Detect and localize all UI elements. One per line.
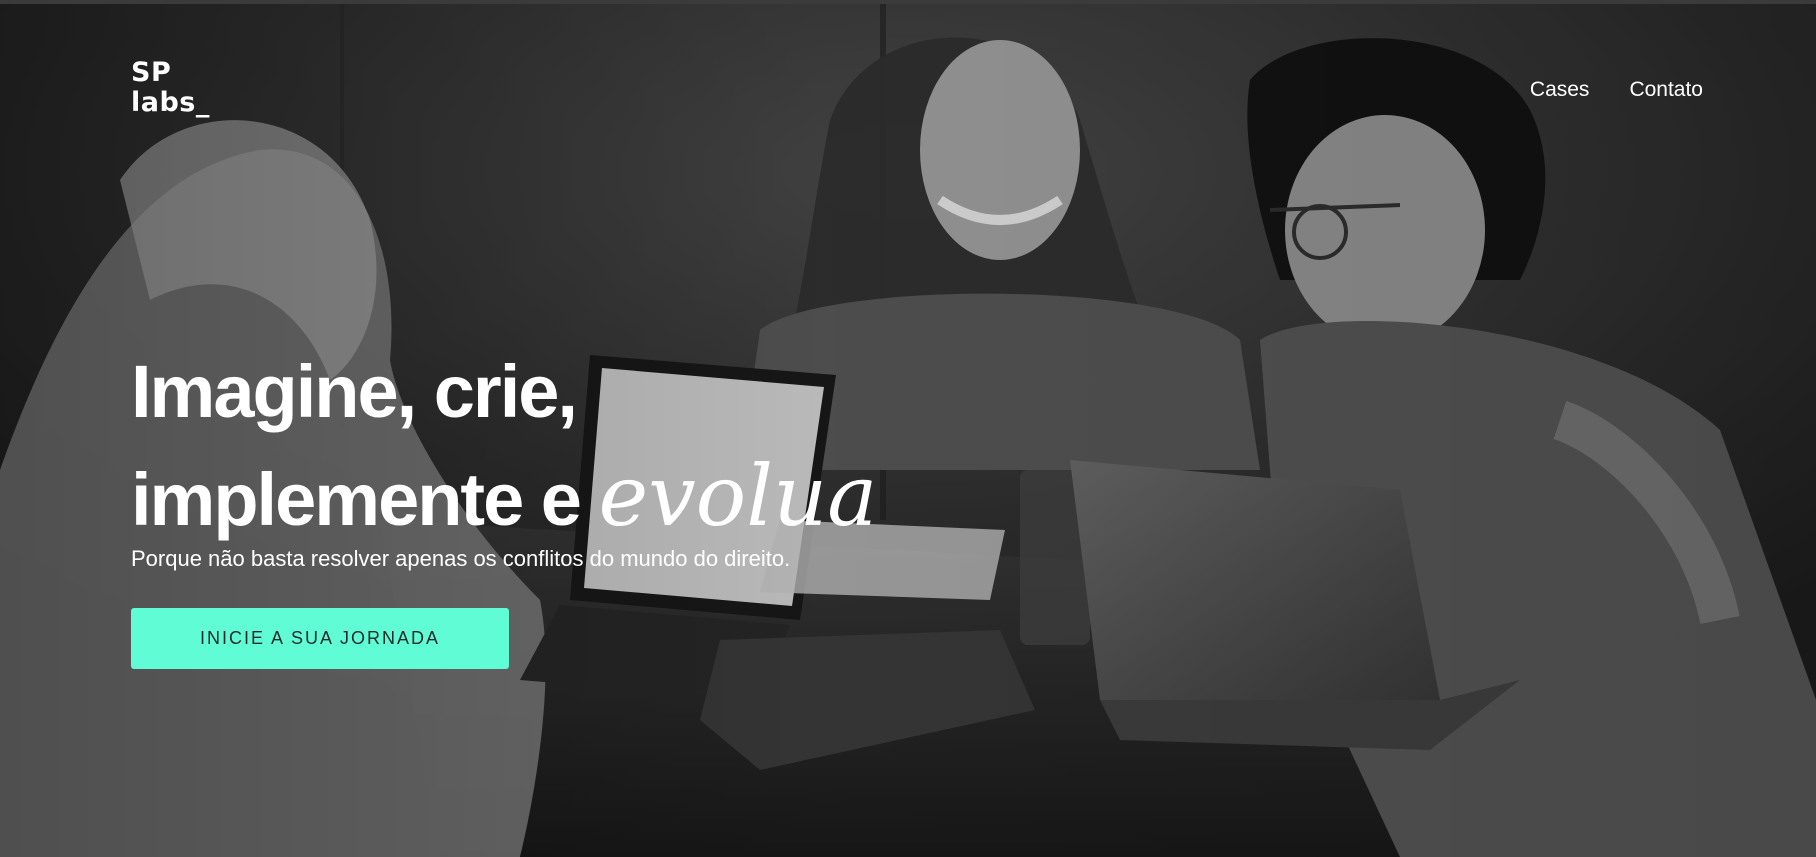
hero-section: SP labs_ Cases Contato Imagine, crie, im… [0, 0, 1816, 857]
browser-top-strip [0, 0, 1816, 4]
brand-logo[interactable]: SP labs_ [131, 58, 210, 118]
start-journey-button[interactable]: INICIE A SUA JORNADA [131, 608, 509, 669]
main-nav: Cases Contato [1530, 78, 1703, 102]
hero-headline: Imagine, crie, implemente e evolua [131, 340, 877, 552]
headline-accent-word: evolua [598, 447, 878, 545]
headline-line-2: implemente e evolua [131, 444, 877, 552]
logo-line-labs: labs_ [131, 87, 210, 118]
hero-subtitle: Porque não basta resolver apenas os conf… [131, 546, 791, 571]
nav-link-cases[interactable]: Cases [1530, 78, 1590, 102]
headline-line-1: Imagine, crie, [131, 350, 578, 433]
nav-link-contato[interactable]: Contato [1629, 78, 1703, 102]
headline-line-2-prefix: implemente e [131, 458, 582, 541]
logo-line-sp: SP [131, 57, 172, 88]
